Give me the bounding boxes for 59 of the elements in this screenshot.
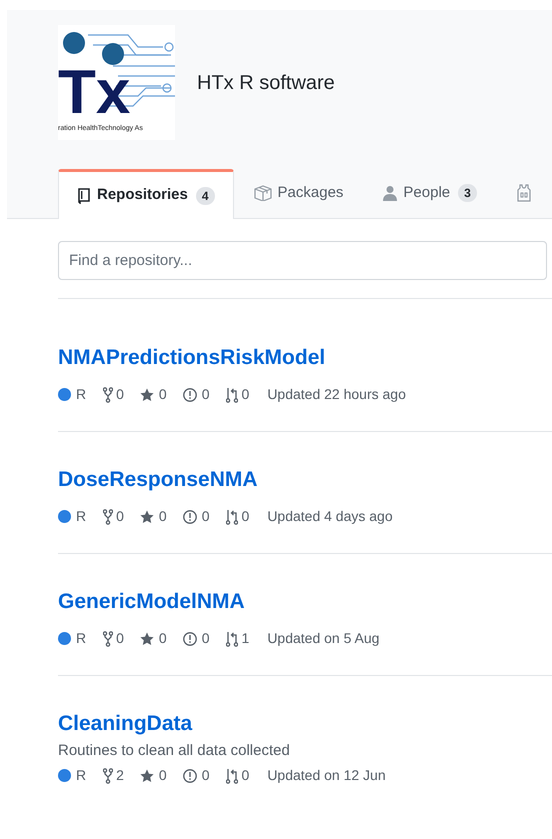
fork-count: 0	[116, 507, 124, 526]
star-count: 0	[158, 385, 167, 404]
star-icon	[140, 388, 154, 402]
tab[interactable]: Repositories 4	[58, 169, 234, 219]
pull-request-count: 1	[242, 629, 250, 648]
issue-icon	[182, 632, 197, 646]
issue-count: 0	[202, 629, 210, 648]
pull-request-count: 0	[242, 507, 250, 526]
repo-link[interactable]: GenericModelNMA	[58, 587, 552, 617]
star-count: 0	[158, 766, 167, 785]
repo-link[interactable]: NMAPredictionsRiskModel	[58, 343, 552, 373]
dot-icon	[102, 43, 124, 65]
count-badge: 4	[196, 186, 215, 204]
tab[interactable]: People 3	[363, 168, 497, 218]
pull-request-icon	[226, 630, 238, 646]
fork-count: 2	[116, 766, 124, 785]
pull-request-count: 0	[242, 385, 250, 404]
fork-icon	[103, 768, 114, 784]
star-count: 0	[158, 629, 167, 648]
issue-count: 0	[202, 766, 210, 785]
updated-time: Updated on 5 Aug	[267, 629, 380, 648]
repo-link[interactable]: DoseResponseNMA	[58, 465, 552, 495]
fork-icon	[103, 508, 114, 524]
star-icon	[140, 510, 154, 524]
repo-description: Routines to clean all data collected	[58, 741, 291, 761]
star-icon	[140, 632, 154, 646]
person-icon	[383, 185, 398, 201]
jersey-icon	[516, 184, 531, 202]
org-name: HTx R software	[197, 70, 335, 96]
updated-time: Updated on 12 Jun	[267, 766, 386, 785]
logo-text: Tx	[58, 66, 130, 120]
fork-count: 0	[116, 385, 124, 404]
count-badge: 3	[458, 184, 477, 202]
issue-icon	[182, 768, 197, 782]
tab[interactable]: Packages	[234, 168, 364, 218]
pull-request-icon	[226, 386, 238, 402]
language-label: R	[76, 507, 86, 526]
issue-count: 0	[202, 507, 210, 526]
issue-icon	[182, 388, 197, 402]
issue-count: 0	[202, 385, 210, 404]
updated-time: Updated 4 days ago	[267, 507, 393, 526]
star-count: 0	[158, 507, 167, 526]
language-label: R	[76, 766, 86, 785]
search-field[interactable]: Find a repository...	[58, 241, 547, 280]
pull-request-icon	[226, 768, 238, 784]
star-icon	[140, 768, 154, 782]
book-icon	[77, 188, 91, 204]
pull-request-count: 0	[242, 766, 250, 785]
pull-request-icon	[226, 508, 238, 524]
fork-icon	[103, 630, 114, 646]
dot-icon	[63, 32, 85, 54]
repo-link[interactable]: CleaningData	[58, 709, 552, 739]
fork-count: 0	[116, 629, 124, 648]
language-label: R	[76, 385, 86, 404]
issue-icon	[182, 510, 197, 524]
fork-icon	[103, 386, 114, 402]
box-icon	[254, 185, 272, 201]
language-label: R	[76, 629, 86, 648]
updated-time: Updated 22 hours ago	[267, 385, 406, 404]
